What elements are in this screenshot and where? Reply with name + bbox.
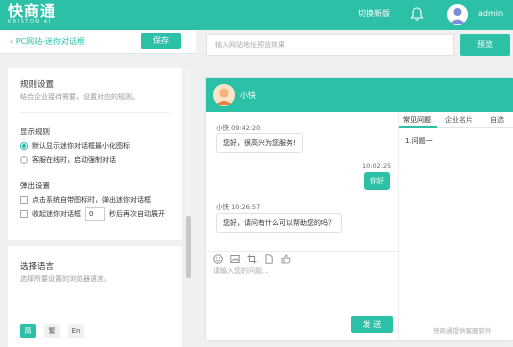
radio-minimize-label: 默认显示迷你对话框最小化图标 <box>32 142 130 150</box>
switch-version-link[interactable]: 切换新版 <box>358 8 390 19</box>
lang-simplified-button[interactable]: 简 <box>20 324 36 338</box>
chat-window-preview: 小快 小快 09:42:20 您好，很高兴为您服务! 10:02:25 你好 小… <box>206 78 513 340</box>
chat-header: 小快 <box>206 78 513 112</box>
top-bar: 快商通 KRISTON AI 切换新版 admin <box>0 0 513 30</box>
popup-settings-title: 弹出设置 <box>20 181 50 190</box>
preview-url-input[interactable]: 输入网站地址预览效果 <box>206 34 454 56</box>
settings-header: ‹ PC网站-迷你对话框 保存 <box>0 30 196 54</box>
like-icon[interactable] <box>281 254 291 264</box>
collapse-suffix: 秒后再次自动展开 <box>109 210 165 218</box>
chat-input[interactable]: 请输入您的问题... <box>213 266 269 276</box>
user-avatar[interactable] <box>447 4 468 25</box>
collapse-seconds-input[interactable]: 0 <box>85 207 105 221</box>
message-meta: 小快 09:42:20 <box>216 124 261 132</box>
bell-icon[interactable] <box>410 6 424 22</box>
agent-name: 小快 <box>240 91 256 100</box>
save-button[interactable]: 保存 <box>141 33 181 49</box>
send-button[interactable]: 发 送 <box>351 316 393 333</box>
file-icon[interactable] <box>264 254 274 264</box>
rules-title: 规则设置 <box>20 80 55 90</box>
back-link[interactable]: ‹ PC网站-迷你对话框 <box>10 36 85 47</box>
message-meta: 小快 10:26:57 <box>216 203 261 211</box>
language-desc: 选择所要设置的浏览器语言。 <box>20 275 111 283</box>
radio-force[interactable] <box>20 156 28 164</box>
display-rules-title: 显示规则 <box>20 127 50 136</box>
back-label: PC网站-迷你对话框 <box>15 37 86 46</box>
logo-subtext: KRISTON AI <box>8 19 52 25</box>
collapse-checkbox[interactable] <box>20 210 28 218</box>
divider <box>20 112 170 113</box>
tab-company-card[interactable]: 企业名片 <box>445 115 473 125</box>
image-icon[interactable] <box>230 254 240 264</box>
lang-english-button[interactable]: En <box>68 324 84 338</box>
lang-traditional-button[interactable]: 繁 <box>44 324 60 338</box>
radio-force-option[interactable]: 客服在线时，启动强制对话 <box>20 155 116 165</box>
logo: 快商通 KRISTON AI <box>8 3 56 25</box>
side-tabs: 常见问题 企业名片 自选 <box>399 112 513 128</box>
screenshot-icon[interactable] <box>247 254 257 264</box>
logo-text: 快商通 <box>8 2 57 20</box>
username[interactable]: admin <box>478 9 503 18</box>
message-bubble: 您好，请问有什么可以帮助您的吗？ <box>216 213 342 233</box>
tab-faq[interactable]: 常见问题 <box>403 115 431 125</box>
rules-desc: 结合企业接待需要，设置对应的规则。 <box>20 93 139 101</box>
tab-custom[interactable]: 自选 <box>490 115 504 125</box>
popup-checkbox-option[interactable]: 点击系统自带图标时，弹出迷你对话框 <box>20 195 151 205</box>
agent-avatar <box>213 84 235 106</box>
collapse-checkbox-option[interactable]: 收起迷你对话框 0 秒后再次自动展开 <box>20 207 165 221</box>
faq-item[interactable]: 1.问题一 <box>405 136 433 146</box>
collapse-prefix: 收起迷你对话框 <box>32 210 81 218</box>
message-list: 小快 09:42:20 您好，很高兴为您服务! 10:02:25 你好 小快 1… <box>206 112 398 252</box>
message-bubble: 你好 <box>364 172 390 190</box>
radio-minimize-option[interactable]: 默认显示迷你对话框最小化图标 <box>20 141 130 151</box>
language-title: 选择语言 <box>20 262 55 272</box>
settings-scrollbar-thumb[interactable] <box>186 216 191 278</box>
message-meta: 10:02:25 <box>362 162 392 170</box>
popup-checkbox-label: 点击系统自带图标时，弹出迷你对话框 <box>32 196 151 204</box>
language-card: 选择语言 选择所要设置的浏览器语言。 简 繁 En <box>8 246 182 347</box>
rules-card: 规则设置 结合企业接待需要，设置对应的规则。 显示规则 默认显示迷你对话框最小化… <box>8 68 182 240</box>
powered-by-text: 快商通提供客服软件 <box>433 327 492 335</box>
popup-checkbox[interactable] <box>20 196 28 204</box>
message-bubble: 您好，很高兴为您服务! <box>216 133 303 153</box>
radio-minimize[interactable] <box>20 142 28 150</box>
radio-force-label: 客服在线时，启动强制对话 <box>32 156 116 164</box>
chat-side-panel: 常见问题 企业名片 自选 1.问题一 快商通提供客服软件 <box>398 112 513 340</box>
emoji-icon[interactable] <box>213 254 223 264</box>
preview-button[interactable]: 预览 <box>460 34 510 56</box>
settings-scroll-area: 规则设置 结合企业接待需要，设置对应的规则。 显示规则 默认显示迷你对话框最小化… <box>0 68 196 347</box>
settings-panel: ‹ PC网站-迷你对话框 保存 规则设置 结合企业接待需要，设置对应的规则。 显… <box>0 30 196 347</box>
active-tab-indicator <box>399 126 437 128</box>
chat-toolbar <box>206 251 398 265</box>
